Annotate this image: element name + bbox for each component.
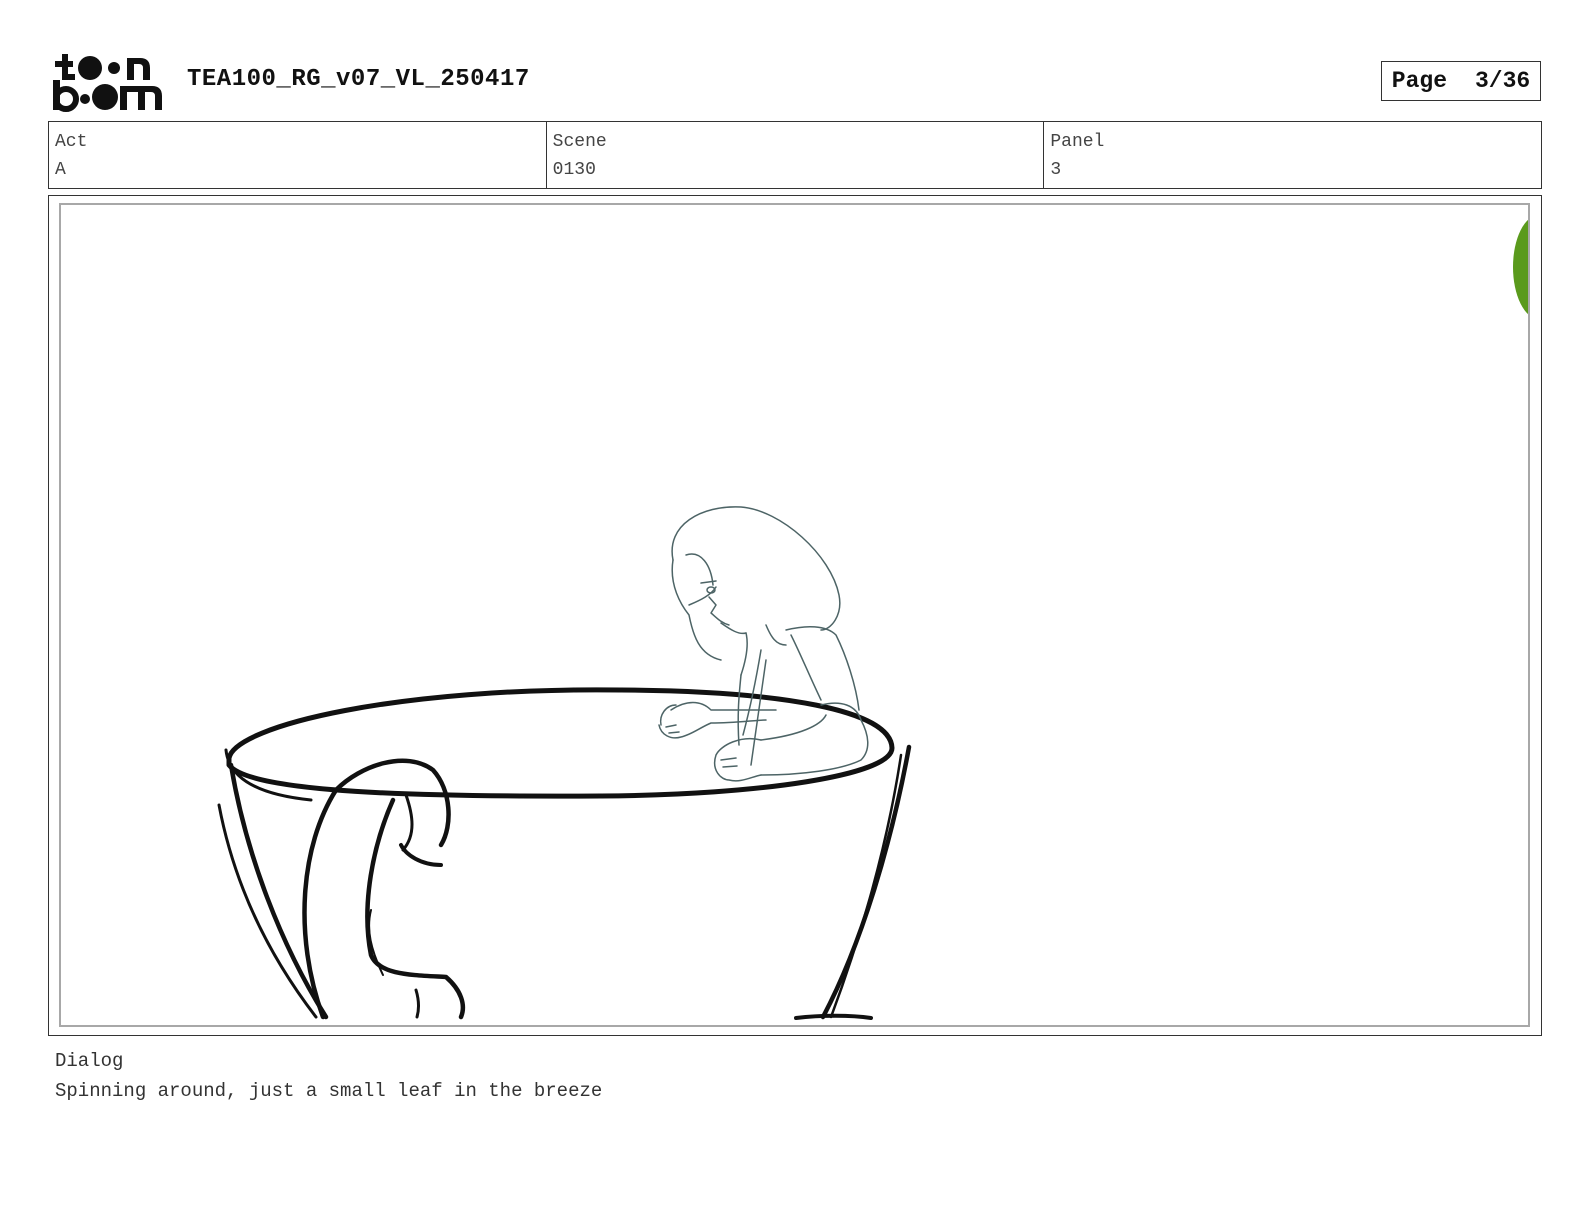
storyboard-panel-frame [48, 195, 1542, 1036]
dialog-label: Dialog [55, 1050, 124, 1072]
act-label: Act [55, 132, 88, 152]
document-title: TEA100_RG_v07_VL_250417 [187, 66, 530, 93]
panel-cell: Panel 3 [1044, 122, 1541, 188]
scene-cell: Scene 0130 [547, 122, 1045, 188]
leaf-shape [1513, 219, 1528, 315]
girl-figure-sketch [658, 506, 869, 782]
act-cell: Act A [49, 122, 547, 188]
act-value: A [55, 160, 66, 180]
panel-value: 3 [1050, 160, 1062, 180]
panel-metadata-table: Act A Scene 0130 Panel 3 [48, 121, 1542, 189]
panel-label: Panel [1050, 132, 1105, 152]
scene-value: 0130 [552, 160, 596, 180]
page-number: 3/36 [1475, 68, 1531, 94]
toon-boom-logo [52, 52, 164, 112]
scene-label: Scene [552, 132, 607, 152]
page-indicator: Page 3/36 [1381, 61, 1541, 101]
storyboard-drawing [217, 219, 1528, 1020]
teacup-sketch [217, 687, 912, 1020]
dialog-text: Spinning around, just a small leaf in th… [55, 1080, 603, 1102]
page-label: Page [1391, 68, 1447, 94]
logo-mark [53, 54, 162, 112]
storyboard-panel-image [59, 203, 1530, 1027]
